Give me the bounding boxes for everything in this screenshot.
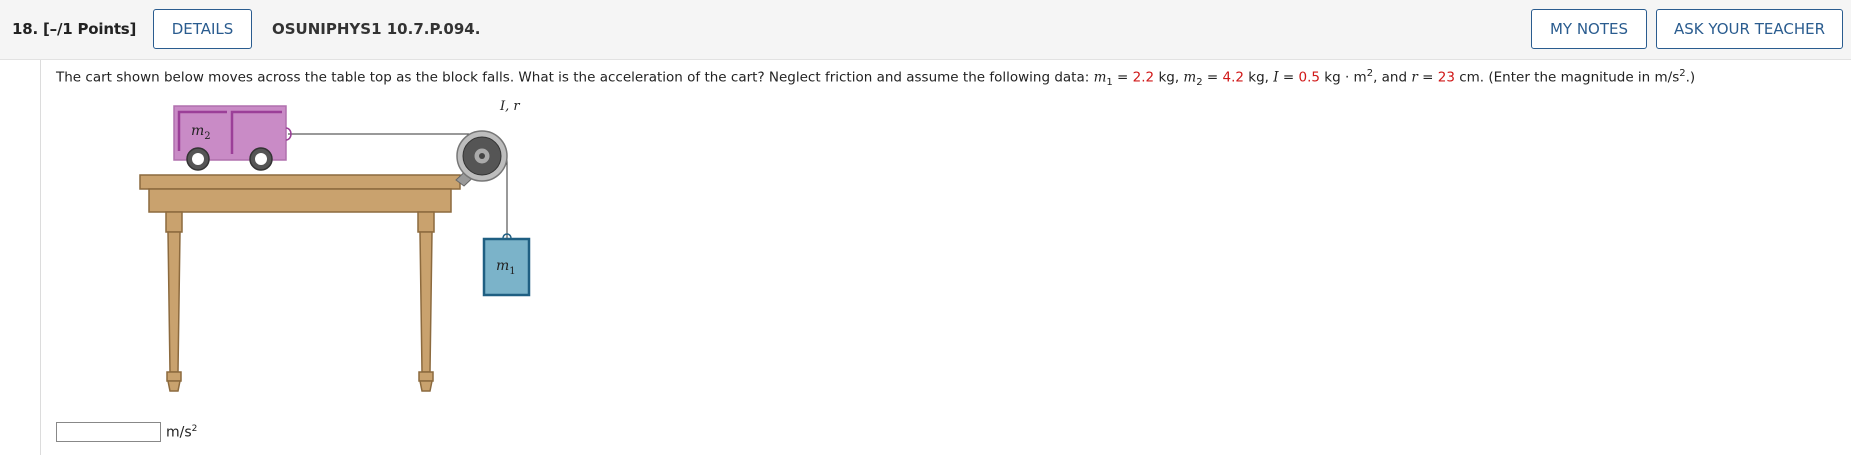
block-label-m: m <box>496 258 509 274</box>
question-tail: .) <box>1685 69 1696 86</box>
equals-sign: = <box>1202 69 1223 86</box>
inertia-value: 0.5 <box>1298 69 1320 86</box>
cart: m2 <box>173 105 292 171</box>
ask-your-teacher-button[interactable]: ASK YOUR TEACHER <box>1656 9 1843 49</box>
table-leg-left-foot <box>166 371 182 382</box>
equals-sign: = <box>1417 69 1438 86</box>
table-leg-right-tip <box>419 380 433 392</box>
answer-input[interactable] <box>56 422 161 442</box>
m2-value: 4.2 <box>1222 69 1244 86</box>
inertia-unit: kg · m <box>1320 69 1367 86</box>
pulley-label: I, r <box>499 100 520 114</box>
question-number: 18. <box>12 20 38 38</box>
question-number-points: 18. [–/1 Points] <box>12 20 136 38</box>
details-button[interactable]: DETAILS <box>153 9 252 49</box>
equals-sign: = <box>1112 69 1133 86</box>
answer-unit-text: m/s <box>166 424 192 441</box>
radius-value: 23 <box>1437 69 1455 86</box>
equals-sign: = <box>1278 69 1299 86</box>
m1-unit: kg, <box>1154 69 1184 86</box>
question-header: 18. [–/1 Points] DETAILS OSUNIPHYS1 10.7… <box>0 0 1851 60</box>
table-leg-left-tip <box>167 380 181 392</box>
question-intro: The cart shown below moves across the ta… <box>56 69 1094 86</box>
question-text: The cart shown below moves across the ta… <box>56 68 1695 88</box>
table-leg-left <box>167 231 181 373</box>
m1-symbol: m <box>1093 69 1107 86</box>
table-leg-right-cap <box>417 211 435 233</box>
cart-label-m: m <box>191 123 204 139</box>
pulley <box>456 130 508 182</box>
points-label: [–/1 Points] <box>43 20 137 38</box>
cart-wheel-left-hub <box>192 153 204 165</box>
question-id: OSUNIPHYS1 10.7.P.094. <box>272 20 481 38</box>
cart-pulley-figure: m2 I, r m1 <box>139 100 531 392</box>
radius-unit: cm. (Enter the magnitude in m/s <box>1454 69 1680 86</box>
my-notes-button[interactable]: MY NOTES <box>1531 9 1647 49</box>
table-leg-left-cap <box>165 211 183 233</box>
left-divider <box>40 60 41 455</box>
m2-symbol: m <box>1183 69 1197 86</box>
m2-unit: kg, <box>1244 69 1274 86</box>
hanging-block: m1 <box>482 233 531 297</box>
block-label-subscript: 1 <box>509 266 515 277</box>
cart-wheel-right-hub <box>255 153 267 165</box>
table-leg-right-foot <box>418 371 434 382</box>
table-apron <box>148 188 452 213</box>
cart-label-subscript: 2 <box>204 131 210 142</box>
pulley-axle <box>479 153 485 159</box>
m1-value: 2.2 <box>1132 69 1155 86</box>
answer-unit: m/s2 <box>166 424 197 441</box>
and-text: , and <box>1373 69 1412 86</box>
table-top <box>139 174 461 190</box>
answer-unit-superscript: 2 <box>191 424 198 434</box>
table-leg-right <box>419 231 433 373</box>
table <box>139 174 461 392</box>
